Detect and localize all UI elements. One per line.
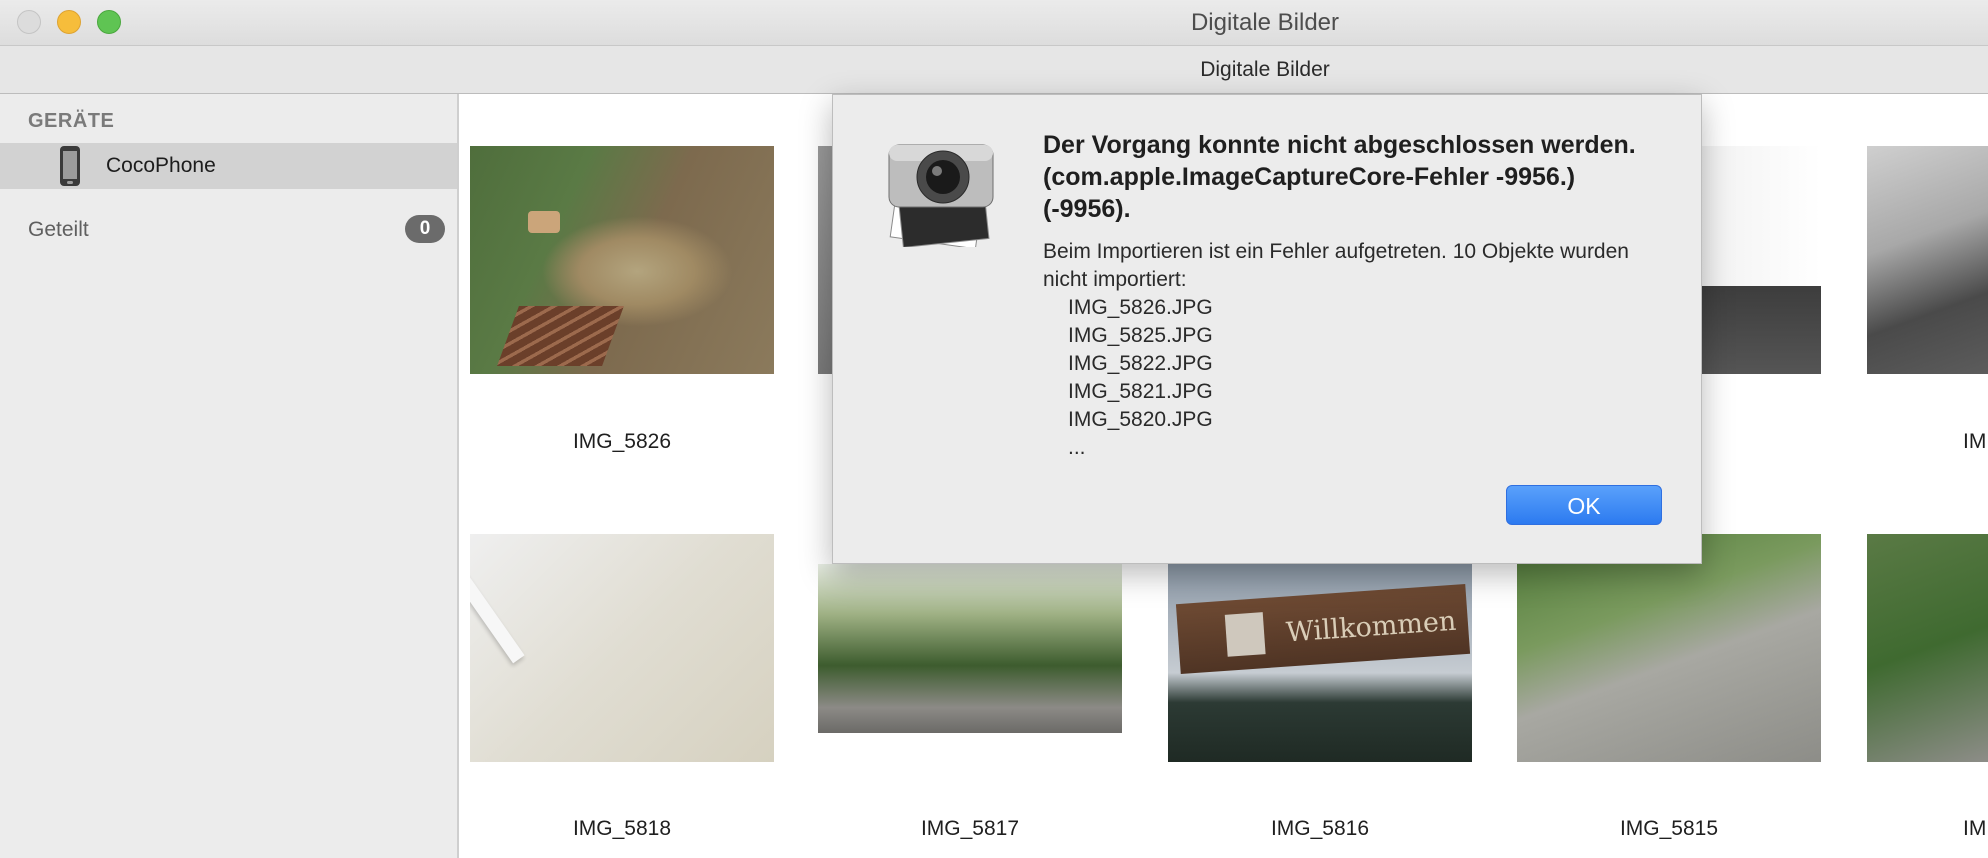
thumbnail-img-5826[interactable] (470, 146, 774, 374)
ok-button[interactable]: OK (1506, 485, 1662, 525)
thumbnail-caption: IMG_5817 (920, 817, 1020, 840)
thumbnail-img-5818[interactable] (470, 534, 774, 762)
thumbnail-caption: IMG_5818 (572, 817, 672, 840)
thumbnail-caption: IMG_5815 (1619, 817, 1719, 840)
thumbnail-caption: IMG_5816 (1270, 817, 1370, 840)
thumbnail-detail (497, 306, 624, 366)
image-capture-window: Digitale Bilder Digitale Bilder GERÄTE C… (0, 0, 1988, 858)
sidebar: GERÄTE CocoPhone Geteilt 0 (0, 94, 459, 858)
image-capture-icon-graphic (888, 144, 994, 250)
sign-logo-plate (1224, 612, 1266, 657)
sidebar-item-label: CocoPhone (106, 154, 216, 177)
iphone-screen (63, 151, 77, 179)
thumbnail-img-5817[interactable] (818, 564, 1122, 733)
alert-message: Beim Importieren ist ein Fehler aufgetre… (1043, 240, 1629, 291)
sidebar-item-cocophone[interactable]: CocoPhone (0, 143, 457, 189)
title-bar[interactable]: Digitale Bilder (0, 0, 1988, 46)
thumbnail-caption: IM (1963, 430, 1987, 453)
thumbnail-partial[interactable] (1867, 534, 1988, 762)
error-alert-dialog: Der Vorgang konnte nicht abgeschlossen w… (832, 94, 1702, 564)
thumbnail-caption: IMG_5826 (572, 430, 672, 453)
toolbar: Digitale Bilder (0, 46, 1988, 94)
failed-files-list: IMG_5826.JPG IMG_5825.JPG IMG_5822.JPG I… (1068, 294, 1213, 434)
shared-count-badge: 0 (405, 215, 445, 243)
failed-file-item: IMG_5822.JPG (1068, 352, 1213, 375)
thumbnail-partial[interactable] (1867, 146, 1988, 374)
more-files-ellipsis: ... (1068, 436, 1086, 459)
devices-section-header: GERÄTE (28, 110, 115, 132)
failed-file-item: IMG_5825.JPG (1068, 324, 1213, 347)
thumbnail-img-5815[interactable] (1517, 534, 1821, 762)
toolbar-title: Digitale Bilder (1200, 58, 1330, 81)
failed-file-item: IMG_5821.JPG (1068, 380, 1213, 403)
failed-file-item: IMG_5820.JPG (1068, 408, 1213, 431)
willkommen-sign-graphic: Willkommen (1224, 606, 1457, 657)
iphone-home-indicator (67, 181, 73, 184)
shared-section-header[interactable]: Geteilt (28, 218, 89, 242)
camera-lens (926, 160, 960, 194)
iphone-icon (60, 146, 80, 186)
thumbnail-detail (470, 556, 525, 664)
sign-text: Willkommen (1285, 606, 1457, 649)
alert-title: Der Vorgang konnte nicht abgeschlossen w… (1043, 131, 1636, 223)
thumbnail-caption: IM (1963, 817, 1987, 840)
window-title: Digitale Bilder (1190, 9, 1340, 36)
thumbnail-img-5816[interactable]: Willkommen (1168, 564, 1472, 762)
lens-highlight (932, 166, 942, 176)
failed-file-item: IMG_5826.JPG (1068, 296, 1213, 319)
thumbnail-detail: Willkommen (1175, 583, 1471, 675)
thumbnail-detail (528, 211, 560, 233)
image-capture-icon (883, 135, 1003, 250)
